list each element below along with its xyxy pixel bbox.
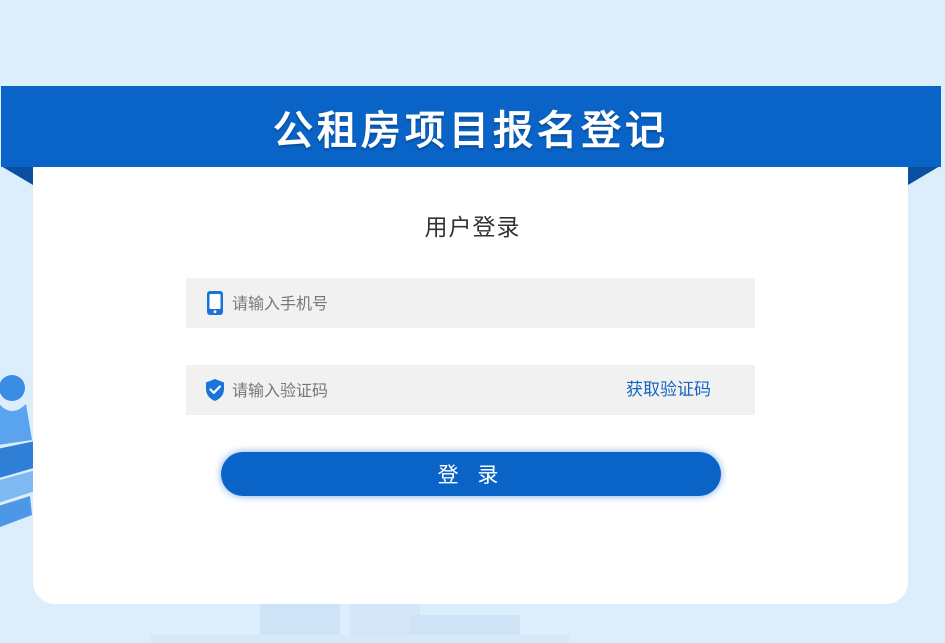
ribbon-fold-left (1, 166, 33, 185)
page: 公租房项目报名登记 用户登录 获取验证码 登 录 (0, 0, 945, 643)
login-title: 用户登录 (424, 215, 521, 241)
phone-field (186, 278, 755, 328)
ribbon-fold-right (908, 166, 940, 185)
phone-input[interactable] (232, 278, 755, 328)
login-button[interactable]: 登 录 (221, 452, 721, 496)
mobile-phone-icon (204, 290, 226, 316)
title-banner: 公租房项目报名登记 (1, 86, 941, 167)
verification-code-field: 获取验证码 (186, 365, 755, 415)
get-verification-code-link[interactable]: 获取验证码 (626, 365, 711, 415)
banner-title: 公租房项目报名登记 (273, 107, 669, 154)
shield-check-icon (204, 377, 226, 403)
